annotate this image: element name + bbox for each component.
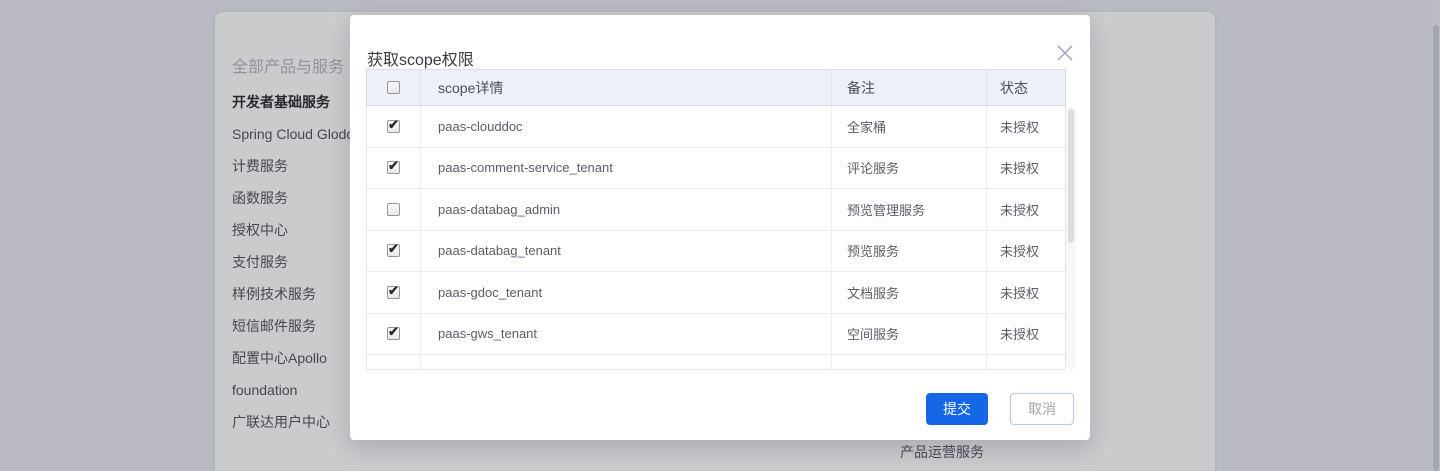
row-check-cell (367, 231, 421, 272)
scope-name: paas-comment-service_tenant (421, 148, 832, 189)
scope-remark: 文档服务 (832, 272, 987, 313)
row-checkbox[interactable] (387, 369, 400, 370)
scope-remark: 预览管理服务 (832, 189, 987, 230)
scope-name: paas-gws_tenant (421, 314, 832, 355)
table-body: paas-clouddoc全家桶未授权paas-comment-service_… (366, 106, 1066, 370)
scope-status: 未授权 (987, 314, 1065, 355)
close-icon[interactable] (1054, 42, 1076, 64)
scope-status (987, 355, 1065, 370)
row-checkbox[interactable] (387, 161, 400, 174)
select-all-checkbox[interactable] (387, 81, 400, 94)
row-check-cell (367, 189, 421, 230)
cancel-button[interactable]: 取消 (1010, 393, 1074, 425)
submit-button[interactable]: 提交 (926, 393, 988, 425)
column-header-remark: 备注 (832, 70, 987, 105)
scope-status: 未授权 (987, 148, 1065, 189)
row-check-cell (367, 148, 421, 189)
scope-table: scope详情 备注 状态 paas-clouddoc全家桶未授权paas-co… (366, 69, 1066, 370)
table-scrollbar[interactable] (1066, 107, 1076, 370)
row-checkbox[interactable] (387, 244, 400, 257)
row-checkbox[interactable] (387, 203, 400, 216)
column-header-status: 状态 (987, 70, 1065, 105)
scope-remark: 预览服务 (832, 231, 987, 272)
scope-status: 未授权 (987, 189, 1065, 230)
modal-footer: 提交 取消 (926, 393, 1074, 425)
table-header-check-cell (367, 70, 421, 105)
table-row: paas-comment-service_tenant评论服务未授权 (367, 148, 1065, 190)
table-row: paas-clouddoc全家桶未授权 (367, 106, 1065, 148)
column-header-scope: scope详情 (421, 70, 832, 105)
row-check-cell (367, 106, 421, 147)
table-row (367, 355, 1065, 370)
row-check-cell (367, 355, 421, 370)
scope-name (421, 355, 832, 370)
row-checkbox[interactable] (387, 286, 400, 299)
scope-name: paas-databag_tenant (421, 231, 832, 272)
table-row: paas-gdoc_tenant文档服务未授权 (367, 272, 1065, 314)
scope-permission-modal: 获取scope权限 scope详情 备注 状态 paas-clouddoc全家桶… (350, 15, 1090, 440)
scope-name: paas-databag_admin (421, 189, 832, 230)
table-scrollbar-thumb[interactable] (1068, 109, 1074, 243)
scope-name: paas-gdoc_tenant (421, 272, 832, 313)
table-row: paas-databag_tenant预览服务未授权 (367, 231, 1065, 273)
scope-remark: 全家桶 (832, 106, 987, 147)
scope-remark (832, 355, 987, 370)
scope-status: 未授权 (987, 231, 1065, 272)
row-check-cell (367, 272, 421, 313)
table-header-row: scope详情 备注 状态 (366, 69, 1066, 106)
row-checkbox[interactable] (387, 120, 400, 133)
table-row: paas-databag_admin预览管理服务未授权 (367, 189, 1065, 231)
modal-title: 获取scope权限 (367, 46, 474, 70)
scope-remark: 评论服务 (832, 148, 987, 189)
scope-remark: 空间服务 (832, 314, 987, 355)
table-row: paas-gws_tenant空间服务未授权 (367, 314, 1065, 356)
row-checkbox[interactable] (387, 327, 400, 340)
scope-name: paas-clouddoc (421, 106, 832, 147)
scope-status: 未授权 (987, 272, 1065, 313)
row-check-cell (367, 314, 421, 355)
scope-status: 未授权 (987, 106, 1065, 147)
